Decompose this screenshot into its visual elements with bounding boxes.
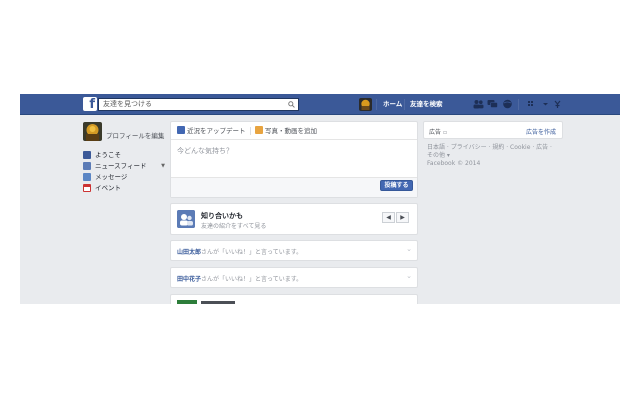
next-button[interactable]: ▶ [396,212,409,223]
facebook-logo-icon[interactable]: f [83,97,97,111]
footer-links-line[interactable]: 日本語 · プライバシー · 規約 · Cookie · 広告 · [427,144,563,152]
settings-icon[interactable] [552,99,563,109]
sidebar-item-news-feed[interactable]: ニュースフィード ▼ [83,161,165,171]
footer-links: 日本語 · プライバシー · 規約 · Cookie · 広告 · その他 ▾ … [427,144,563,168]
friend-requests-icon[interactable] [473,99,484,109]
messages-icon[interactable] [487,99,498,109]
post-button[interactable]: 投稿する [380,180,413,191]
tab-label: 近況をアップデート [187,127,246,135]
story-author-link[interactable]: 山田太郎 [177,249,201,256]
ads-header: 広告 ▫ 広告を作成 [423,121,563,139]
search-placeholder: 友達を見つける [103,100,152,108]
profile-picture[interactable] [83,122,102,141]
copyright-text: Facebook © 2014 [427,160,481,167]
facebook-window: f 友達を見つける ホーム 友達を検索 プロフィールを編集 ようこそ ニュースフ… [20,94,620,304]
photo-icon [255,126,263,134]
tab-label: 写真・動画を追加 [265,127,317,135]
tab-divider [250,127,251,135]
tab-add-photo[interactable]: 写真・動画を追加 [255,126,317,136]
edit-profile-link[interactable]: プロフィールを編集 [106,130,164,140]
sidebar-item-label: イベント [95,184,121,192]
sidebar-item-messages[interactable]: メッセージ [83,172,165,182]
story-text: 田中花子さんが「いいね！」と言っています。 [177,274,302,283]
nav-separator [518,99,519,110]
home-link[interactable]: ホーム [383,99,402,110]
sidebar-item-label: メッセージ [95,173,128,181]
ads-label: 広告 ▫ [429,127,447,136]
sidebar-item-welcome[interactable]: ようこそ [83,150,165,160]
messages-icon [83,173,91,181]
chevron-down-icon[interactable]: ⌄ [406,245,412,253]
people-you-may-know: 知り合いかも 友達の紹介をすべて見る ◀ ▶ [170,203,418,235]
notifications-icon[interactable] [502,99,513,109]
sidebar-item-events[interactable]: イベント [83,183,165,193]
story-action: さんが「いいね！」と言っています。 [201,249,303,256]
ads-label-text: 広告 [429,129,442,136]
feed-story: 山田太郎さんが「いいね！」と言っています。 ⌄ [170,240,418,261]
nav-separator [376,99,377,110]
user-avatar-icon[interactable] [359,98,372,111]
find-friends-link[interactable]: 友達を検索 [410,99,443,110]
story-text: 山田太郎さんが「いいね！」と言っています。 [177,247,302,256]
feed-story-partial [170,294,418,304]
story-action: さんが「いいね！」と言っています。 [201,276,303,283]
prev-button[interactable]: ◀ [382,212,395,223]
account-menu-chevron-down-icon[interactable] [540,99,551,109]
ads-info-icon[interactable]: ▫ [443,129,447,136]
feed-story: 田中花子さんが「いいね！」と言っています。 ⌄ [170,267,418,288]
chevron-down-icon[interactable]: ▼ [161,161,165,171]
news-feed-icon [83,162,91,170]
privacy-shortcuts-icon[interactable] [527,99,538,109]
story-author-link[interactable]: 田中花子 [177,276,201,283]
friends-icon [177,210,195,228]
chevron-left-icon: ◀ [386,214,391,221]
pencil-icon [177,126,185,134]
nav-separator [404,99,405,110]
status-input[interactable]: 今どんな気持ち？ [177,146,233,156]
search-icon[interactable] [288,101,295,108]
chevron-right-icon: ▶ [400,214,405,221]
chevron-down-icon[interactable]: ⌄ [406,272,412,280]
status-composer: 近況をアップデート 写真・動画を追加 今どんな気持ち？ 投稿する [170,121,418,198]
search-input[interactable]: 友達を見つける [98,98,299,111]
pymk-title[interactable]: 知り合いかも [201,211,243,221]
story-title-cutoff [201,301,235,304]
story-thumbnail [177,300,197,304]
tab-update-status[interactable]: 近況をアップデート [177,126,246,136]
create-ad-link[interactable]: 広告を作成 [526,127,556,136]
calendar-icon [83,184,91,192]
see-all-suggestions-link[interactable]: 友達の紹介をすべて見る [201,221,266,230]
footer-more-link[interactable]: その他 ▾ [427,152,563,160]
facebook-icon [83,151,91,159]
sidebar-item-label: ニュースフィード [95,162,147,170]
sidebar-item-label: ようこそ [95,151,121,159]
composer-divider [171,139,417,140]
top-bar: f 友達を見つける ホーム 友達を検索 [20,94,620,115]
